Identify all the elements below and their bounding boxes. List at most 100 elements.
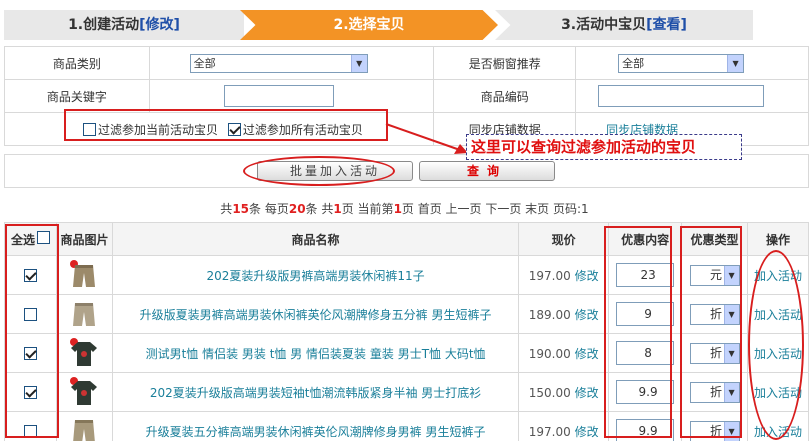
product-thumbnail (69, 298, 99, 330)
add-to-activity-link[interactable]: 加入活动 (754, 308, 802, 322)
table-row: 升级夏装五分裤高端男装休闲裤英伦风潮牌修身男裤 男生短裤子 197.00 修改 … (4, 411, 809, 441)
discount-header: 优惠内容 (608, 222, 683, 256)
discount-type-select[interactable]: 折 ▼ (689, 381, 740, 403)
row-checkbox[interactable] (23, 269, 37, 282)
chevron-down-icon: ▼ (723, 343, 739, 363)
chevron-down-icon: ▼ (723, 304, 739, 324)
table-row: 测试男t恤 情侣装 男装 t恤 男 情侣装夏装 童装 男士T恤 大码t恤 190… (4, 333, 809, 373)
code-input[interactable] (598, 85, 765, 107)
filter-all-label: 过滤参加所有活动宝贝 (242, 122, 363, 137)
product-name[interactable]: 202夏装升级版高端男装短袖t恤潮流韩版紧身半袖 男士打底衫 (111, 372, 520, 412)
discount-type-value: 折 (710, 423, 723, 438)
edit-price-link[interactable]: 修改 (575, 425, 599, 439)
discount-type-select[interactable]: 折 ▼ (689, 342, 740, 364)
chevron-down-icon: ▼ (727, 54, 744, 72)
row-checkbox[interactable] (23, 386, 37, 399)
step-select-items: 2.选择宝贝 (240, 10, 498, 40)
product-price: 150.00 (528, 385, 571, 400)
annotation-note: 这里可以查询过滤参加活动的宝贝 (466, 134, 742, 160)
row-checkbox[interactable] (23, 308, 37, 321)
add-to-activity-link[interactable]: 加入活动 (754, 347, 802, 361)
table-row: 202夏装升级版男裤高端男装休闲裤11子 197.00 修改 23 元 ▼ 加入活… (4, 255, 809, 295)
discount-type-value: 折 (710, 306, 723, 321)
product-price: 190.00 (528, 346, 571, 361)
product-thumbnail (69, 259, 99, 291)
select-all-header: 全选 (4, 222, 57, 256)
product-name[interactable]: 升级夏装五分裤高端男装休闲裤英伦风潮牌修身男裤 男生短裤子 (111, 411, 520, 441)
edit-price-link[interactable]: 修改 (575, 269, 599, 283)
showcase-label: 是否橱窗推荐 (433, 46, 577, 80)
items-table: 全选 商品图片 商品名称 现价 优惠内容 优惠类型 操作 202夏装升级版男裤高… (4, 222, 809, 441)
product-thumbnail (69, 376, 99, 408)
step-2-label: 2.选择宝贝 (333, 17, 405, 33)
pager-links[interactable]: 页 首页 上一页 下一页 末页 页码:1 (402, 202, 589, 216)
row-checkbox[interactable] (23, 347, 37, 360)
batch-add-button[interactable]: 批量加入活动 (257, 161, 413, 181)
step-1-label: 1.创建活动 (68, 17, 140, 33)
chevron-down-icon: ▼ (350, 54, 367, 72)
action-header: 操作 (747, 222, 809, 256)
edit-price-link[interactable]: 修改 (575, 308, 599, 322)
product-name[interactable]: 测试男t恤 情侣装 男装 t恤 男 情侣装夏装 童装 男士T恤 大码t恤 (111, 333, 520, 373)
pager-pages: 1 (333, 202, 342, 216)
filter-current-label: 过滤参加当前活动宝贝 (98, 122, 219, 137)
pager-total: 15 (232, 202, 250, 216)
row-checkbox[interactable] (23, 425, 37, 438)
step-items-in-activity: 3.活动中宝贝[查看] (495, 10, 753, 40)
step-3-label: 3.活动中宝贝 (561, 17, 647, 33)
table-row: 202夏装升级版高端男装短袖t恤潮流韩版紧身半袖 男士打底衫 150.00 修改… (4, 372, 809, 412)
code-label: 商品编码 (433, 79, 577, 113)
showcase-select[interactable]: 全部 ▼ (618, 53, 745, 73)
step-1-edit-link[interactable]: [修改] (139, 17, 180, 33)
query-button[interactable]: 查询 (419, 161, 555, 181)
product-name[interactable]: 升级版夏装男裤高端男装休闲裤英伦风潮牌修身五分裤 男生短裤子 (111, 294, 520, 334)
keyword-input[interactable] (223, 85, 334, 107)
select-all-checkbox[interactable] (36, 230, 50, 244)
category-label: 商品类别 (4, 46, 150, 80)
discount-input[interactable]: 9 (616, 302, 675, 326)
discount-input[interactable]: 9.9 (616, 380, 675, 404)
edit-price-link[interactable]: 修改 (575, 386, 599, 400)
pager-text: 条 每页 (249, 202, 289, 216)
discount-type-select[interactable]: 折 ▼ (689, 303, 740, 325)
showcase-value: 全部 (622, 56, 645, 70)
add-to-activity-link[interactable]: 加入活动 (754, 386, 802, 400)
filter-current-checkbox[interactable] (83, 122, 96, 136)
product-price: 189.00 (528, 307, 571, 322)
product-thumbnail (69, 415, 99, 441)
discount-type-value: 折 (710, 345, 723, 360)
pagination: 共15条 每页20条 共1页 当前第1页 首页 上一页 下一页 末页 页码:1 (0, 200, 809, 217)
pager-text: 条 共 (305, 202, 334, 216)
chevron-down-icon: ▼ (723, 382, 739, 402)
pager-text: 共 (220, 202, 233, 216)
pager-per-page: 20 (288, 202, 306, 216)
add-to-activity-link[interactable]: 加入活动 (754, 425, 802, 439)
step-create-activity: 1.创建活动[修改] (4, 10, 244, 40)
discount-type-select[interactable]: 元 ▼ (689, 264, 740, 286)
filter-all-checkbox[interactable] (227, 122, 241, 136)
discount-type-value: 元 (710, 267, 723, 282)
add-to-activity-link[interactable]: 加入活动 (754, 269, 802, 283)
discount-input[interactable]: 8 (616, 341, 675, 365)
pager-text: 页 当前第 (341, 202, 394, 216)
discount-input[interactable]: 23 (616, 263, 675, 287)
category-value: 全部 (193, 56, 216, 70)
annotation-arrow (385, 123, 468, 154)
product-name[interactable]: 202夏装升级版男裤高端男装休闲裤11子 (111, 255, 520, 295)
edit-price-link[interactable]: 修改 (575, 347, 599, 361)
pager-current: 1 (393, 202, 402, 216)
price-header: 现价 (518, 222, 610, 256)
chevron-down-icon: ▼ (723, 265, 739, 285)
table-row: 升级版夏装男裤高端男装休闲裤英伦风潮牌修身五分裤 男生短裤子 189.00 修改… (4, 294, 809, 334)
select-all-label: 全选 (10, 232, 35, 247)
discount-type-value: 折 (710, 384, 723, 399)
product-price: 197.00 (528, 268, 571, 283)
step-3-view-link[interactable]: [查看] (646, 17, 687, 33)
type-header: 优惠类型 (681, 222, 749, 256)
product-thumbnail (69, 337, 99, 369)
discount-input[interactable]: 9.9 (616, 419, 675, 441)
product-price: 197.00 (528, 424, 571, 439)
chevron-down-icon: ▼ (723, 421, 739, 441)
discount-type-select[interactable]: 折 ▼ (689, 420, 740, 441)
category-select[interactable]: 全部 ▼ (189, 53, 368, 73)
